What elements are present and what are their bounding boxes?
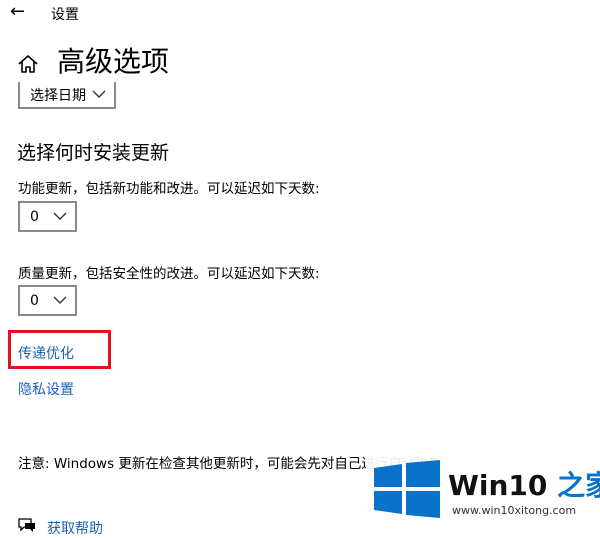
watermark-url: www.win10xitong.com [452, 504, 577, 517]
home-icon [18, 55, 38, 73]
page-title: 高级选项 [57, 45, 170, 78]
get-help-link[interactable]: 获取帮助 [47, 518, 103, 538]
feature-defer-dropdown[interactable]: 0 [18, 201, 77, 232]
watermark-brand-suffix: 之家 [557, 469, 600, 502]
feature-update-label: 功能更新，包括新功能和改进。可以延迟如下天数: [18, 181, 320, 197]
back-arrow-icon[interactable]: ← [10, 2, 25, 22]
delivery-optimization-link[interactable]: 传递优化 [18, 343, 74, 363]
feature-defer-value: 0 [30, 208, 39, 225]
install-timing-heading: 选择何时安装更新 [17, 142, 170, 164]
chevron-down-icon [92, 90, 106, 98]
select-date-value: 选择日期 [30, 87, 86, 104]
watermark: Win10 之家 www.win10xitong.com [366, 450, 600, 525]
quality-defer-dropdown[interactable]: 0 [18, 285, 77, 316]
quality-update-label: 质量更新，包括安全性的改进。可以延迟如下天数: [18, 266, 320, 282]
select-date-dropdown[interactable]: 选择日期 [18, 82, 116, 109]
quality-defer-value: 0 [30, 292, 39, 309]
watermark-brand-prefix: Win10 [448, 469, 548, 502]
app-title: 设置 [51, 7, 79, 23]
chevron-down-icon [53, 212, 67, 220]
help-chat-icon [18, 518, 35, 532]
chevron-down-icon [53, 296, 67, 304]
windows-logo-icon [374, 460, 440, 518]
watermark-brand: Win10 之家 [448, 464, 600, 504]
privacy-settings-link[interactable]: 隐私设置 [18, 379, 74, 399]
